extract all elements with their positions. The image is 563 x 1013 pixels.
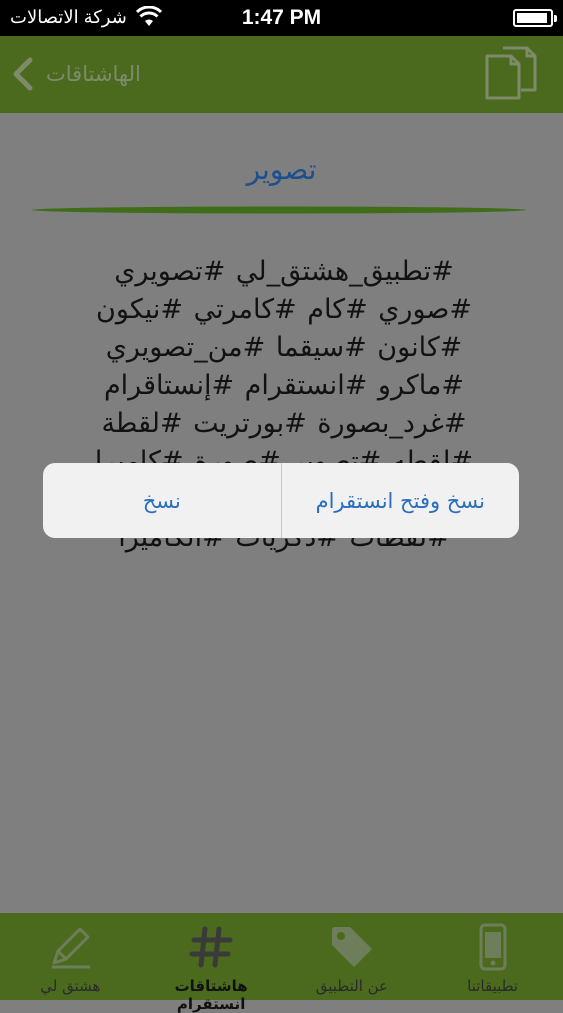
pencil-icon <box>52 927 91 969</box>
title-divider <box>32 206 526 214</box>
phone-icon <box>479 923 507 971</box>
tab-label: عن التطبيق <box>315 977 389 995</box>
back-button[interactable]: الهاشتاقات <box>8 52 141 96</box>
battery-icon <box>513 9 557 27</box>
tab-about-app[interactable]: عن التطبيق <box>282 913 423 1000</box>
navigation-bar: الهاشتاقات <box>0 36 563 113</box>
status-bar: شركة الاتصالات 1:47 PM <box>0 0 563 36</box>
copy-icon[interactable] <box>481 46 541 106</box>
status-time: 1:47 PM <box>241 6 322 29</box>
action-sheet: نسخ نسخ وفتح انستقرام <box>43 463 519 538</box>
tab-hashtag-me[interactable]: هشتق لي <box>0 913 141 1000</box>
page-title: تصوير <box>246 153 317 186</box>
tab-label: تطبيقاتنا <box>467 977 519 995</box>
tab-instagram-hashtags[interactable]: هاشتاقات انستقرام <box>141 913 282 1013</box>
back-button-label: الهاشتاقات <box>46 62 141 86</box>
tab-label: هشتق لي <box>40 977 101 995</box>
tab-label: هاشتاقات انستقرام <box>174 977 248 1013</box>
hashtag-icon <box>189 926 233 968</box>
copy-and-open-instagram-button[interactable]: نسخ وفتح انستقرام <box>282 463 520 538</box>
tab-our-apps[interactable]: تطبيقاتنا <box>422 913 563 1000</box>
copy-button[interactable]: نسخ <box>43 463 281 538</box>
chevron-left-icon <box>13 57 33 91</box>
tag-icon <box>331 927 372 967</box>
battery-level <box>517 13 548 23</box>
tab-bar: هشتق لي هاشتاقات انستقرام عن التطبيق تطب… <box>0 913 563 1013</box>
